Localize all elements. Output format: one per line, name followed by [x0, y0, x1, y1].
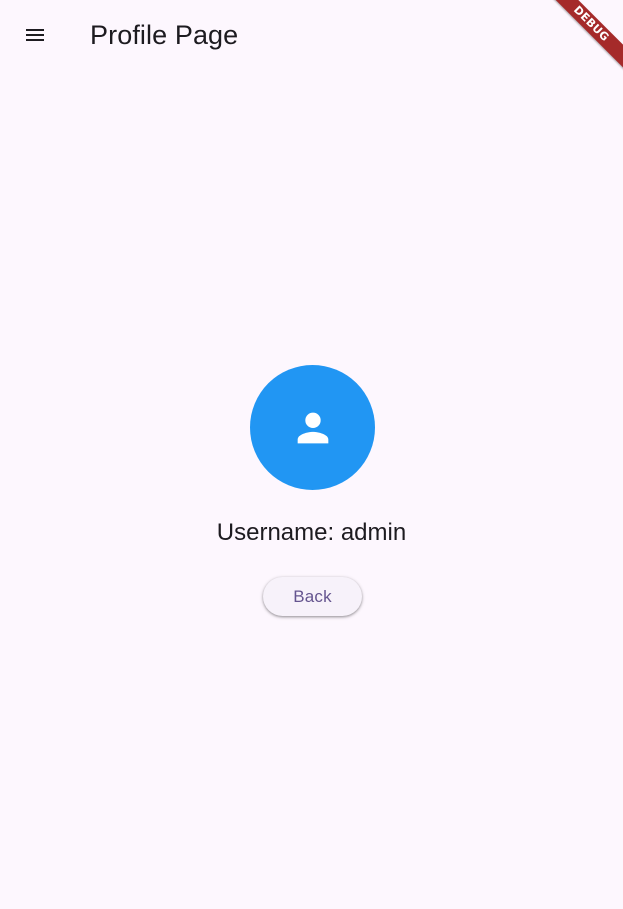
- person-icon: [290, 405, 336, 451]
- username-text: Username: admin: [216, 519, 407, 546]
- profile-content: Username: admin Back: [0, 0, 623, 909]
- profile-screen: Profile Page DEBUG Username: admin Back: [0, 0, 623, 909]
- back-button[interactable]: Back: [263, 577, 362, 616]
- avatar: [250, 365, 375, 490]
